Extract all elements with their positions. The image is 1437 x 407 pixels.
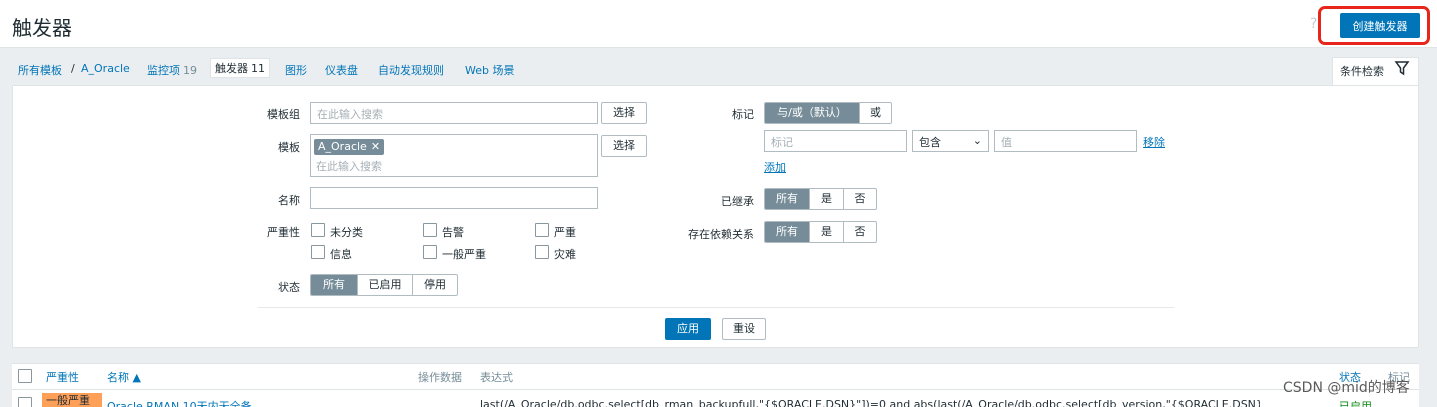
- dependencies-yes-option[interactable]: 是: [809, 222, 843, 242]
- severity-disaster-checkbox[interactable]: [535, 245, 549, 259]
- filter-tab-label: 条件检索: [1340, 65, 1384, 78]
- severity-information-checkbox[interactable]: [311, 245, 325, 259]
- template-label: 模板: [278, 141, 300, 154]
- status-disabled-option[interactable]: 停用: [412, 275, 457, 295]
- reset-button[interactable]: 重设: [722, 318, 766, 340]
- template-chip-label: A_Oracle: [318, 140, 367, 153]
- inherited-all-option[interactable]: 所有: [765, 189, 809, 209]
- tab-triggers[interactable]: 触发器 11: [210, 58, 270, 78]
- trigger-expression: last(/A_Oracle/db.odbc.select[db_rman_ba…: [480, 398, 1260, 407]
- severity-option: 信息: [330, 248, 352, 261]
- filter-panel: [12, 85, 1419, 348]
- status-segmented-control: 所有 已启用 停用: [310, 274, 458, 296]
- table-header: [12, 363, 1419, 390]
- help-icon[interactable]: ?: [1310, 16, 1317, 32]
- tab-discovery-rules[interactable]: 自动发现规则: [378, 62, 444, 78]
- template-select-button[interactable]: 选择: [601, 135, 647, 157]
- inherited-yes-option[interactable]: 是: [809, 189, 843, 209]
- inherited-no-option[interactable]: 否: [843, 189, 876, 209]
- filter-divider: [258, 307, 1174, 308]
- name-input[interactable]: [310, 187, 598, 209]
- tab-web-scenarios[interactable]: Web 场景: [465, 62, 514, 78]
- severity-option: 严重: [554, 226, 576, 239]
- page-title: 触发器: [12, 16, 72, 40]
- severity-option: 灾难: [554, 248, 576, 261]
- severity-badge: 一般严重: [42, 393, 102, 407]
- severity-average-checkbox[interactable]: [423, 245, 437, 259]
- template-placeholder: 在此输入搜索: [316, 160, 382, 173]
- select-all-checkbox[interactable]: [18, 369, 32, 383]
- tags-and-or-option[interactable]: 与/或（默认）: [765, 103, 859, 123]
- severity-option: 一般严重: [442, 248, 486, 261]
- dependencies-segmented-control: 所有 是 否: [764, 221, 877, 243]
- tab-items[interactable]: 监控项 19: [147, 62, 197, 78]
- column-severity[interactable]: 严重性: [46, 369, 79, 385]
- dependencies-all-option[interactable]: 所有: [765, 222, 809, 242]
- template-group-label: 模板组: [267, 108, 300, 121]
- tags-mode-segmented-control: 与/或（默认） 或: [764, 102, 892, 124]
- tag-add-link[interactable]: 添加: [764, 159, 786, 175]
- row-checkbox[interactable]: [18, 397, 32, 407]
- tab-count: 19: [183, 64, 197, 77]
- breadcrumb-separator: /: [71, 62, 75, 75]
- inherited-label: 已继承: [721, 195, 754, 208]
- name-label: 名称: [278, 194, 300, 207]
- tab-dashboards[interactable]: 仪表盘: [325, 62, 358, 78]
- severity-option: 未分类: [330, 226, 363, 239]
- template-group-select-button[interactable]: 选择: [601, 102, 647, 124]
- severity-warning-checkbox[interactable]: [423, 223, 437, 237]
- chevron-down-icon: ⌄: [972, 134, 982, 147]
- severity-option: 告警: [442, 226, 464, 239]
- column-name[interactable]: 名称 ▲: [107, 369, 141, 385]
- dependencies-no-option[interactable]: 否: [843, 222, 876, 242]
- trigger-status-link[interactable]: 已启用: [1339, 398, 1372, 407]
- status-all-option[interactable]: 所有: [311, 275, 357, 295]
- breadcrumb-all-templates[interactable]: 所有模板: [18, 62, 62, 78]
- dependencies-label: 存在依赖关系: [688, 228, 754, 241]
- severity-not-classified-checkbox[interactable]: [311, 223, 325, 237]
- severity-high-checkbox[interactable]: [535, 223, 549, 237]
- tags-or-option[interactable]: 或: [859, 103, 891, 123]
- inherited-segmented-control: 所有 是 否: [764, 188, 877, 210]
- tag-operator-select[interactable]: 包含 ⌄: [912, 130, 989, 152]
- tags-label: 标记: [732, 108, 754, 121]
- template-group-input[interactable]: 在此输入搜索: [310, 102, 598, 124]
- tag-operator-value: 包含: [919, 136, 941, 149]
- breadcrumb-template[interactable]: A_Oracle: [81, 62, 130, 75]
- watermark: CSDN @mid的博客: [1283, 380, 1410, 396]
- tab-count: 11: [251, 62, 265, 75]
- tag-value-input[interactable]: 值: [994, 130, 1137, 152]
- tab-graphs[interactable]: 图形: [285, 62, 307, 78]
- tab-label: 监控项: [147, 64, 180, 77]
- template-chip: A_Oracle ✕: [314, 139, 385, 155]
- tab-label: 触发器: [215, 62, 248, 75]
- tag-remove-link[interactable]: 移除: [1143, 134, 1165, 150]
- status-label: 状态: [278, 281, 300, 294]
- chip-remove-icon[interactable]: ✕: [371, 140, 380, 153]
- severity-label: 严重性: [267, 226, 300, 239]
- apply-button[interactable]: 应用: [665, 318, 711, 340]
- filter-icon[interactable]: [1394, 60, 1410, 76]
- status-enabled-option[interactable]: 已启用: [357, 275, 412, 295]
- tag-name-input[interactable]: 标记: [764, 130, 907, 152]
- column-expression: 表达式: [480, 371, 513, 384]
- column-operational-data: 操作数据: [418, 371, 462, 384]
- trigger-name-link[interactable]: Oracle RMAN 10天内无全备: [107, 398, 252, 407]
- page-header: [0, 0, 1437, 48]
- create-trigger-button[interactable]: 创建触发器: [1340, 13, 1420, 38]
